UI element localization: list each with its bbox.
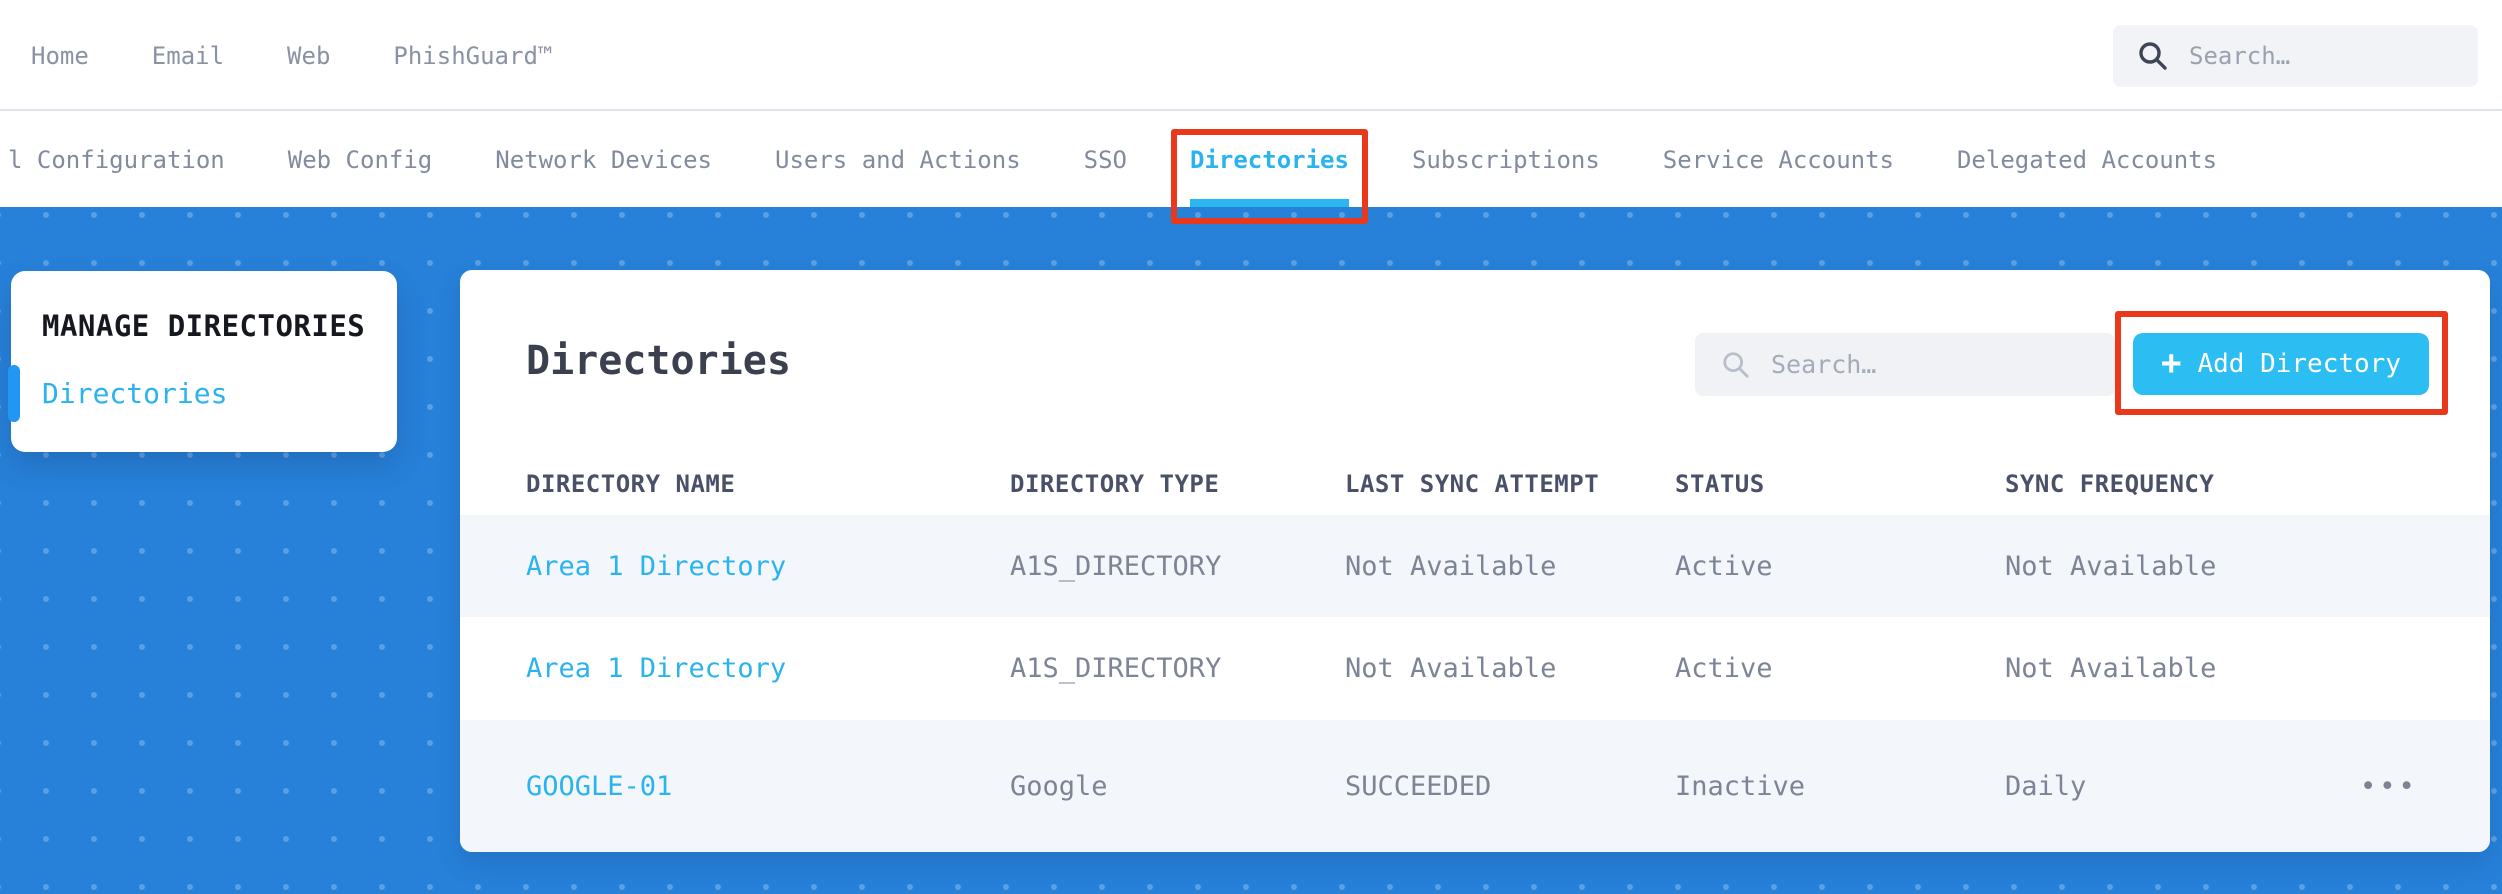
nav-item-home[interactable]: Home [31, 42, 89, 70]
status: Active [1675, 550, 1773, 582]
directory-type: A1S_DIRECTORY [1010, 550, 1222, 582]
tab-directories-label: Directories [1190, 146, 1349, 174]
directories-panel: Directories + Add Directory DIRECTORY NA… [460, 270, 2490, 852]
global-search[interactable] [2113, 25, 2478, 87]
tab-network-devices[interactable]: Network Devices [495, 113, 712, 207]
panel-title: Directories [526, 338, 791, 384]
sync-frequency: Not Available [2005, 653, 2217, 684]
directory-name-link[interactable]: Area 1 Directory [526, 653, 1010, 684]
tab-web-config[interactable]: Web Config [288, 113, 433, 207]
active-tab-underline [1190, 199, 1349, 207]
directory-type: A1S_DIRECTORY [1010, 653, 1222, 684]
global-search-input[interactable] [2189, 42, 2409, 70]
nav-item-web[interactable]: Web [287, 42, 330, 70]
row-menu-icon[interactable]: ••• [2360, 771, 2490, 802]
col-directory-name: DIRECTORY NAME [526, 469, 736, 498]
directory-name-link[interactable]: Area 1 Directory [526, 551, 1010, 582]
tab-sso[interactable]: SSO [1084, 113, 1127, 207]
search-icon [2139, 42, 2167, 70]
table-header-row: DIRECTORY NAME DIRECTORY TYPE LAST SYNC … [460, 452, 2490, 515]
tab-subscriptions[interactable]: Subscriptions [1412, 113, 1600, 207]
tab-email-configuration[interactable]: l Configuration [8, 113, 225, 207]
content-area: MANAGE DIRECTORIES Directories Directori… [0, 207, 2502, 894]
active-item-indicator [8, 365, 20, 422]
side-card-title: MANAGE DIRECTORIES [42, 309, 366, 343]
col-status: STATUS [1675, 469, 1765, 498]
table-row: GOOGLE-01 Google SUCCEEDED Inactive Dail… [460, 720, 2490, 852]
col-last-sync-attempt: LAST SYNC ATTEMPT [1345, 469, 1600, 498]
tab-directories[interactable]: Directories [1190, 113, 1349, 207]
side-card-link-directories[interactable]: Directories [42, 377, 227, 410]
last-sync-attempt: SUCCEEDED [1345, 770, 1492, 802]
status: Inactive [1675, 770, 1806, 802]
nav-item-email[interactable]: Email [152, 42, 224, 70]
panel-header: Directories + Add Directory [460, 270, 2490, 452]
directories-table: DIRECTORY NAME DIRECTORY TYPE LAST SYNC … [460, 452, 2490, 852]
status: Active [1675, 653, 1773, 684]
manage-directories-card: MANAGE DIRECTORIES Directories [8, 271, 397, 452]
section-tab-bar: l Configuration Web Config Network Devic… [0, 113, 2502, 207]
plus-icon: + [2161, 342, 2182, 383]
col-directory-type: DIRECTORY TYPE [1010, 469, 1220, 498]
sync-frequency: Not Available [2005, 550, 2217, 582]
directories-search-input[interactable] [1771, 350, 2021, 379]
tab-delegated-accounts[interactable]: Delegated Accounts [1957, 113, 2217, 207]
add-directory-button[interactable]: + Add Directory [2133, 333, 2429, 395]
directory-type: Google [1010, 770, 1108, 802]
directories-search[interactable] [1695, 333, 2115, 396]
top-nav: Home Email Web PhishGuard™ [31, 0, 552, 111]
top-bar: Home Email Web PhishGuard™ [0, 0, 2502, 111]
directory-name-link[interactable]: GOOGLE-01 [526, 771, 1010, 802]
last-sync-attempt: Not Available [1345, 550, 1557, 582]
table-row: Area 1 Directory A1S_DIRECTORY Not Avail… [460, 617, 2490, 720]
sync-frequency: Daily [2005, 770, 2087, 802]
tab-users-and-actions[interactable]: Users and Actions [775, 113, 1021, 207]
search-icon [1723, 351, 1749, 378]
table-row: Area 1 Directory A1S_DIRECTORY Not Avail… [460, 515, 2490, 617]
add-directory-label: Add Directory [2197, 349, 2401, 379]
nav-item-phishguard[interactable]: PhishGuard™ [393, 42, 552, 70]
tab-service-accounts[interactable]: Service Accounts [1663, 113, 1894, 207]
last-sync-attempt: Not Available [1345, 653, 1557, 684]
app-window: Home Email Web PhishGuard™ l Configurati… [0, 0, 2502, 894]
col-sync-frequency: SYNC FREQUENCY [2005, 469, 2215, 498]
